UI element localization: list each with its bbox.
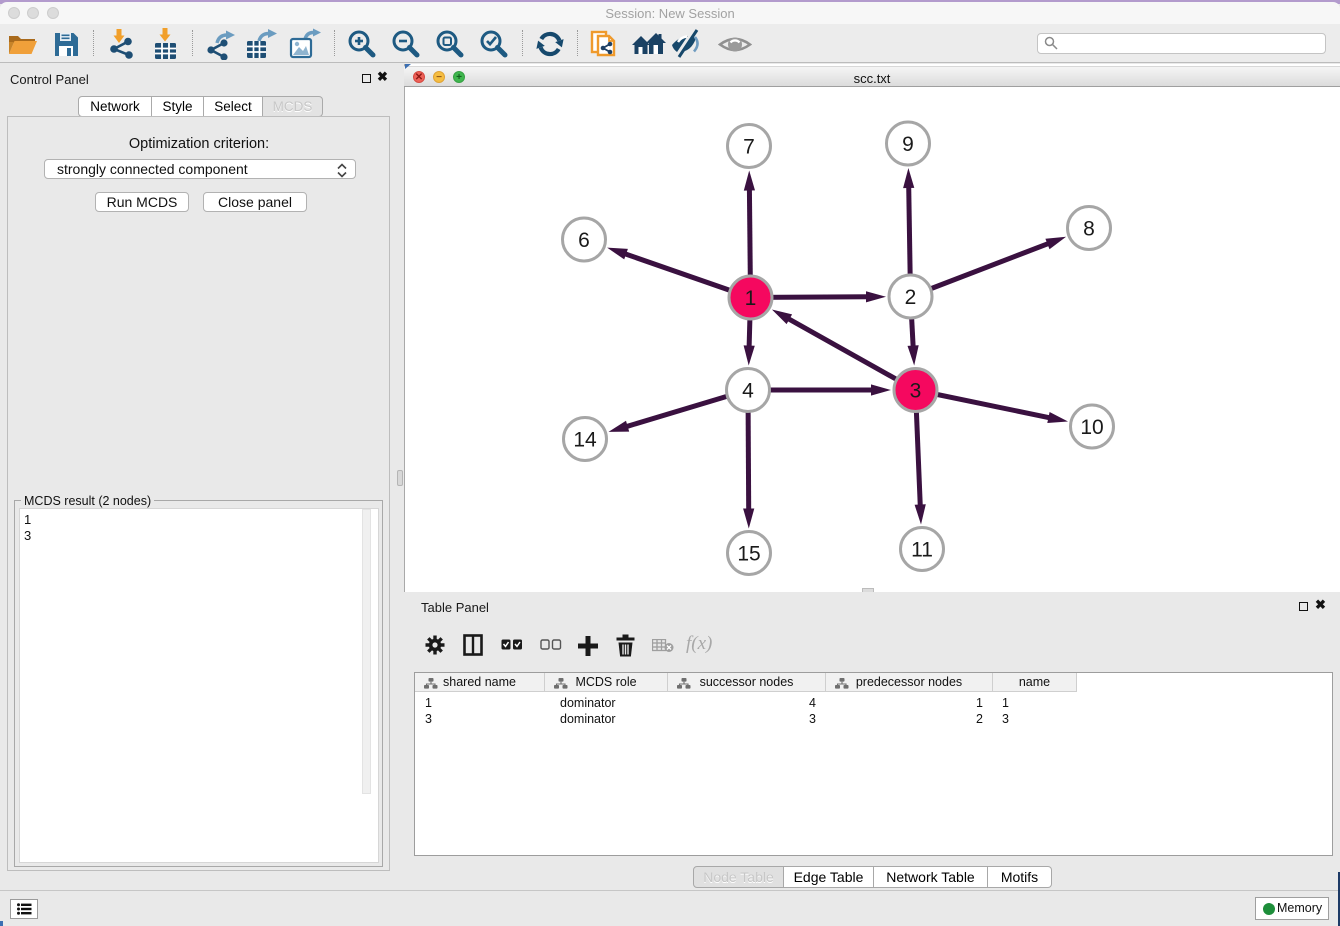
svg-text:7: 7 — [743, 136, 755, 159]
svg-text:8: 8 — [1083, 218, 1095, 241]
svg-text:3: 3 — [910, 380, 922, 403]
svg-text:6: 6 — [578, 229, 590, 252]
svg-text:11: 11 — [911, 539, 933, 562]
svg-text:14: 14 — [573, 429, 597, 452]
svg-text:9: 9 — [902, 133, 914, 156]
svg-text:2: 2 — [905, 286, 917, 309]
svg-text:10: 10 — [1080, 416, 1103, 439]
svg-text:15: 15 — [737, 543, 760, 566]
svg-text:4: 4 — [742, 380, 754, 403]
svg-text:1: 1 — [745, 287, 757, 310]
